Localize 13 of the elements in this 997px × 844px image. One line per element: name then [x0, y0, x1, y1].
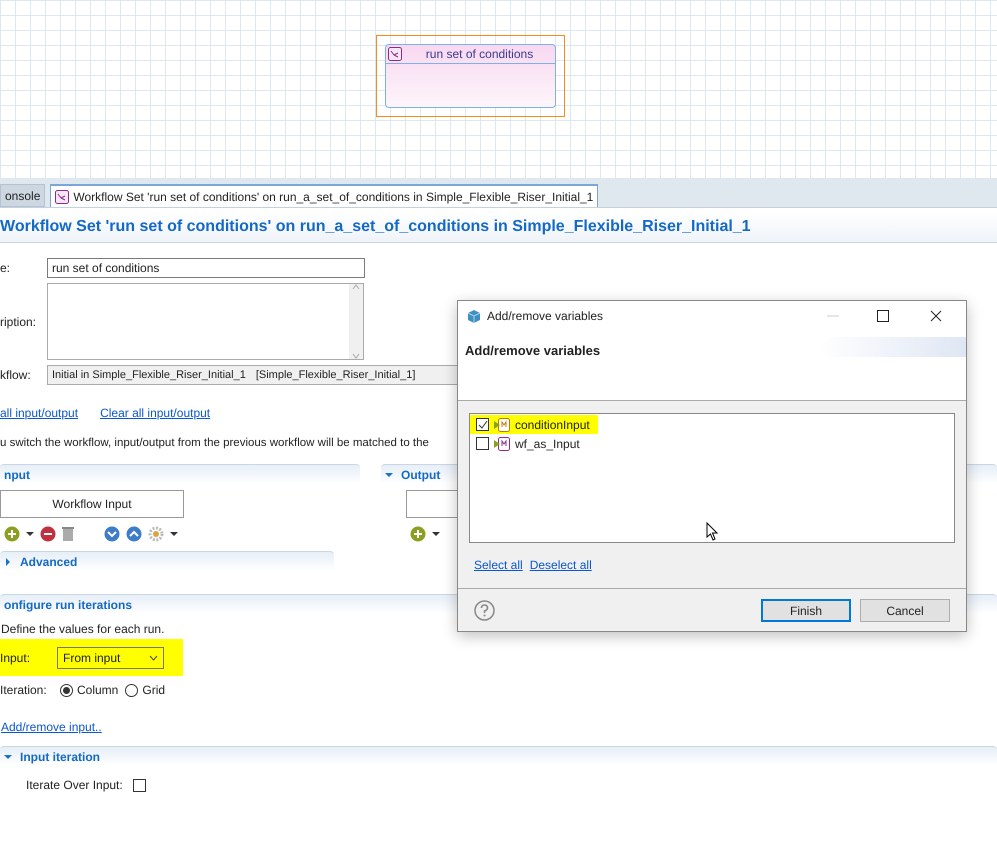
- input-label: Input:: [0, 650, 32, 667]
- workflow-name: Initial in Simple_Flexible_Riser_Initial_1: [52, 368, 246, 383]
- dialog-heading: Add/remove variables: [465, 342, 600, 360]
- iteration-label: Iteration:: [0, 682, 48, 700]
- field-label: ription:: [0, 314, 38, 330]
- node-title: run set of conditions: [424, 46, 534, 63]
- info-text: u switch the workflow, input/output from the previous workflow will be matched to the: [0, 436, 429, 451]
- field-label: e:: [0, 260, 12, 277]
- field-label: kflow:: [0, 367, 32, 384]
- workflow-project: [Simple_Flexible_Riser_Initial_1]: [256, 368, 416, 383]
- checkbox-label: Iterate Over Input:: [26, 777, 123, 794]
- description-text: Define the values for each run.: [1, 621, 166, 638]
- dialog-title: Add/remove variables: [487, 308, 604, 325]
